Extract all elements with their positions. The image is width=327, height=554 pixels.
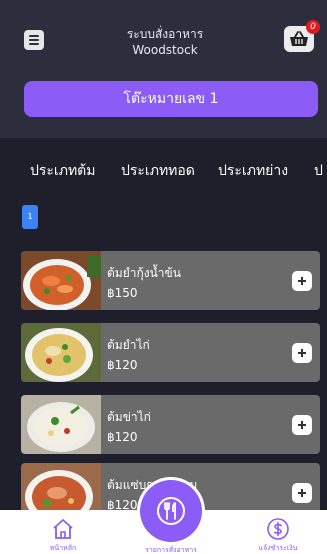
app-title-line1: ระบบสั่งอาหาร bbox=[126, 27, 204, 41]
add-to-cart-button[interactable] bbox=[292, 271, 312, 291]
menu-item: ต้มยำกุ้งน้ำข้น ฿150 bbox=[21, 251, 320, 310]
app-title-line2: Woodstock bbox=[132, 43, 198, 57]
menu-item-price: ฿150 bbox=[107, 286, 138, 300]
food-image bbox=[21, 323, 101, 382]
home-icon bbox=[53, 519, 73, 539]
plus-icon bbox=[298, 277, 306, 285]
cart-count-badge: 0 bbox=[306, 20, 320, 34]
basket-icon bbox=[290, 31, 308, 46]
nav-home[interactable]: หน้าหลัก bbox=[18, 510, 108, 554]
food-image bbox=[21, 251, 101, 310]
hamburger-icon bbox=[29, 35, 39, 37]
hamburger-menu-button[interactable] bbox=[24, 30, 44, 50]
menu-item: ต้มยำไก่ ฿120 bbox=[21, 323, 320, 382]
plus-icon bbox=[298, 421, 306, 429]
tab-category-grilled[interactable]: ประเภทย่าง bbox=[218, 160, 288, 182]
nav-home-label: หน้าหลัก bbox=[49, 544, 77, 552]
add-to-cart-button[interactable] bbox=[292, 483, 312, 503]
plus-icon bbox=[298, 349, 306, 357]
page-button[interactable]: 1 bbox=[22, 205, 38, 229]
menu-item-name: ต้มยำไก่ bbox=[107, 338, 150, 352]
tab-category-fried[interactable]: ประเภททอด bbox=[121, 160, 195, 182]
nav-orders-label: รายการสั่งอาหาร bbox=[145, 546, 197, 554]
plus-icon bbox=[298, 489, 306, 497]
food-image bbox=[21, 395, 101, 454]
orders-fab-button[interactable] bbox=[140, 480, 202, 542]
table-number-button[interactable]: โต๊ะหมายเลข 1 bbox=[24, 81, 318, 117]
menu-item-price: ฿120 bbox=[107, 358, 138, 372]
app-title: ระบบสั่งอาหาร Woodstock bbox=[80, 26, 250, 58]
nav-payment[interactable]: แจ้งชำระเงิน bbox=[233, 510, 323, 554]
add-to-cart-button[interactable] bbox=[292, 415, 312, 435]
menu-item-name: ต้มยำกุ้งน้ำข้น bbox=[107, 266, 181, 280]
category-tabs: ประเภทต้ม ประเภททอด ประเภทย่าง ป bbox=[0, 152, 327, 188]
menu-item-name: ต้มข่าไก่ bbox=[107, 410, 151, 424]
fork-knife-icon bbox=[157, 497, 185, 525]
app-header: ระบบสั่งอาหาร Woodstock 0 โต๊ะหมายเลข 1 bbox=[0, 0, 327, 138]
cart-button[interactable]: 0 bbox=[284, 20, 320, 52]
add-to-cart-button[interactable] bbox=[292, 343, 312, 363]
nav-payment-label: แจ้งชำระเงิน bbox=[258, 544, 298, 552]
tab-category-next[interactable]: ป bbox=[314, 160, 323, 182]
menu-item-price: ฿120 bbox=[107, 430, 138, 444]
dollar-icon bbox=[267, 518, 289, 540]
tab-category-boiled[interactable]: ประเภทต้ม bbox=[30, 160, 96, 182]
menu-item: ต้มข่าไก่ ฿120 bbox=[21, 395, 320, 454]
